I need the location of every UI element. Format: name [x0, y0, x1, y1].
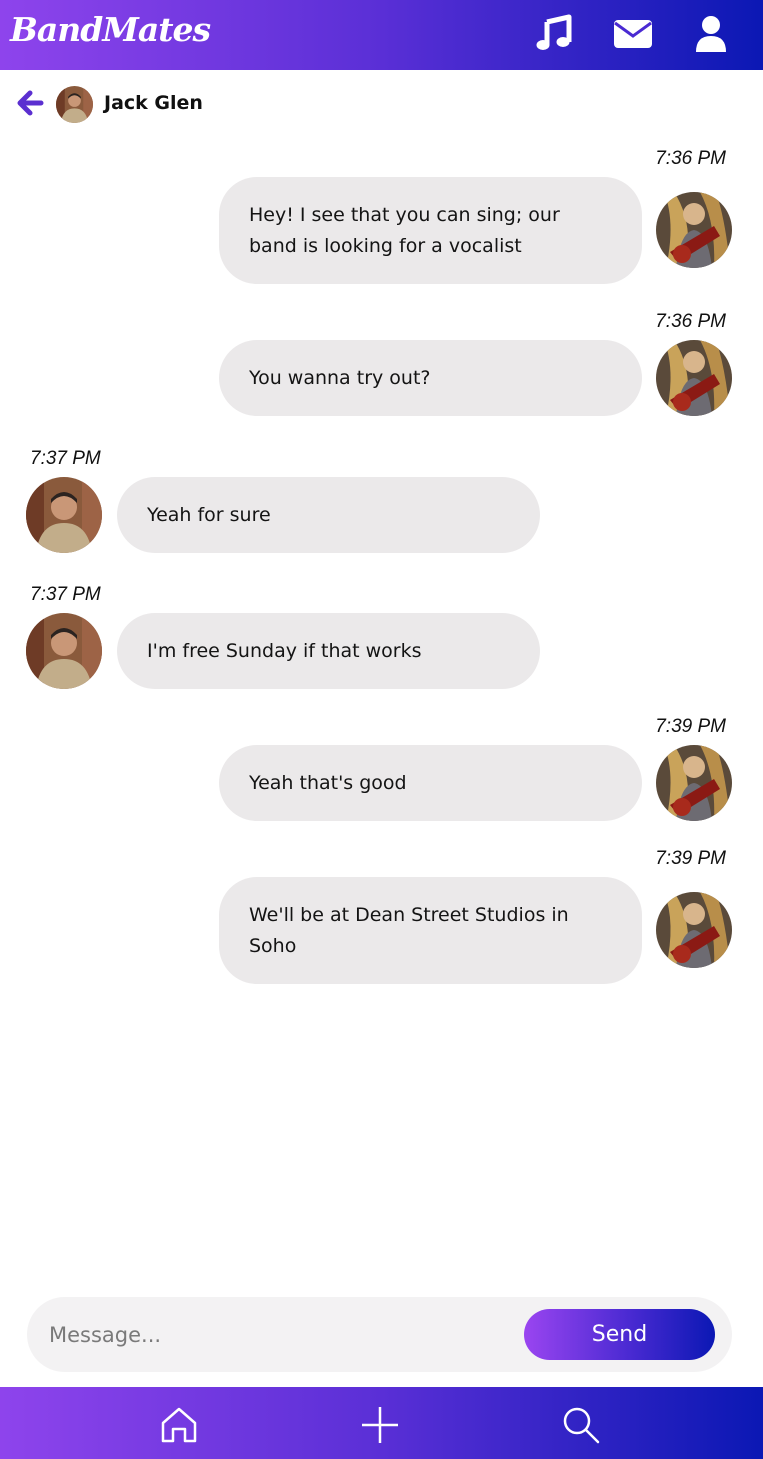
sender-avatar[interactable]	[656, 745, 732, 821]
message-bubble-sent[interactable]: You wanna try out?	[219, 340, 642, 416]
message-bubble-sent[interactable]: Hey! I see that you can sing; our band i…	[219, 177, 642, 284]
message-timestamp: 7:39 PM	[655, 716, 726, 737]
envelope-icon[interactable]	[612, 14, 654, 56]
message-timestamp: 7:39 PM	[655, 848, 726, 869]
message-bubble-sent[interactable]: Yeah that's good	[219, 745, 642, 821]
send-button[interactable]: Send	[524, 1309, 715, 1360]
contact-avatar[interactable]	[26, 613, 102, 689]
sender-avatar[interactable]	[656, 192, 732, 268]
message-timestamp: 7:37 PM	[30, 448, 101, 469]
sender-avatar[interactable]	[656, 340, 732, 416]
home-icon[interactable]	[159, 1405, 199, 1445]
message-bubble-sent[interactable]: We'll be at Dean Street Studios in Soho	[219, 877, 642, 984]
message-bubble-received[interactable]: I'm free Sunday if that works	[117, 613, 540, 689]
contact-avatar[interactable]	[26, 477, 102, 553]
sender-avatar[interactable]	[656, 892, 732, 968]
message-timestamp: 7:36 PM	[655, 311, 726, 332]
bottom-nav	[0, 1387, 763, 1459]
search-icon[interactable]	[561, 1405, 601, 1445]
top-app-bar: BandMates	[0, 0, 763, 70]
user-icon[interactable]	[690, 14, 732, 56]
plus-icon[interactable]	[360, 1405, 400, 1445]
message-input[interactable]	[49, 1315, 519, 1355]
arrow-left-icon[interactable]	[16, 90, 44, 116]
app-logo[interactable]: BandMates	[10, 10, 211, 49]
chat-header: Jack Glen	[0, 70, 763, 138]
contact-name: Jack Glen	[104, 92, 203, 114]
message-timestamp: 7:36 PM	[655, 148, 726, 169]
message-composer: Send	[27, 1297, 732, 1372]
message-bubble-received[interactable]: Yeah for sure	[117, 477, 540, 553]
message-timestamp: 7:37 PM	[30, 584, 101, 605]
music-note-icon[interactable]	[533, 14, 575, 56]
contact-avatar[interactable]	[56, 86, 93, 123]
